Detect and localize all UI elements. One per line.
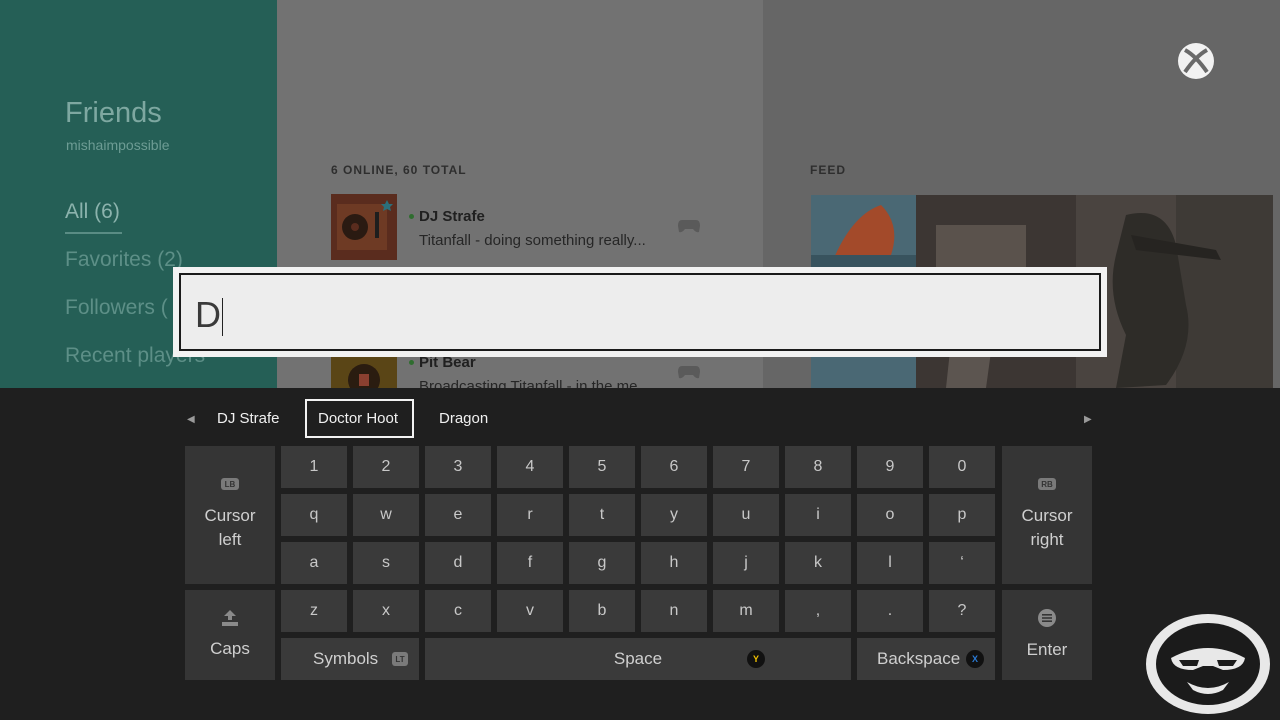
cursor-left-label-1: Cursor bbox=[204, 506, 256, 525]
cursor-left-label-2: left bbox=[218, 530, 242, 549]
controller-icon bbox=[677, 218, 701, 238]
key-4-7[interactable]: m bbox=[713, 590, 779, 632]
key-1-8[interactable]: 8 bbox=[785, 446, 851, 488]
watermark-logo-icon bbox=[1143, 604, 1273, 716]
feed-header: FEED bbox=[810, 163, 847, 177]
key-2-2[interactable]: w bbox=[353, 494, 419, 536]
sidebar-username: mishaimpossible bbox=[66, 137, 170, 153]
key-4-3[interactable]: c bbox=[425, 590, 491, 632]
suggestions-left-arrow-icon[interactable]: ◀ bbox=[187, 414, 195, 425]
key-3-3[interactable]: d bbox=[425, 542, 491, 584]
key-3-2[interactable]: s bbox=[353, 542, 419, 584]
symbols-key[interactable]: Symbols LT bbox=[281, 638, 419, 680]
friend-name: DJ Strafe bbox=[419, 208, 485, 225]
key-4-9[interactable]: . bbox=[857, 590, 923, 632]
controller-icon bbox=[677, 364, 701, 384]
key-2-3[interactable]: e bbox=[425, 494, 491, 536]
filter-active-underline bbox=[65, 232, 122, 234]
key-1-5[interactable]: 5 bbox=[569, 446, 635, 488]
key-2-1[interactable]: q bbox=[281, 494, 347, 536]
key-3-9[interactable]: l bbox=[857, 542, 923, 584]
xbox-friends-keyboard-screen: Friends mishaimpossible All (6) Favorite… bbox=[0, 0, 1280, 720]
menu-button-icon bbox=[1038, 609, 1056, 627]
cursor-left-key[interactable]: LB Cursor left bbox=[185, 446, 275, 584]
key-1-9[interactable]: 9 bbox=[857, 446, 923, 488]
cursor-right-key[interactable]: RB Cursor right bbox=[1002, 446, 1092, 584]
key-1-10[interactable]: 0 bbox=[929, 446, 995, 488]
key-4-1[interactable]: z bbox=[281, 590, 347, 632]
lb-button-icon: LB bbox=[221, 478, 239, 490]
friend-row[interactable]: DJ Strafe Titanfall - doing something re… bbox=[331, 194, 711, 260]
rb-button-icon: RB bbox=[1038, 478, 1056, 490]
key-3-10[interactable]: ‘ bbox=[929, 542, 995, 584]
online-indicator bbox=[409, 214, 414, 219]
x-button-icon: X bbox=[966, 650, 984, 668]
key-4-8[interactable]: , bbox=[785, 590, 851, 632]
key-4-4[interactable]: v bbox=[497, 590, 563, 632]
backspace-label: Backspace bbox=[877, 649, 961, 668]
friends-count-header: 6 ONLINE, 60 TOTAL bbox=[331, 163, 467, 177]
key-1-1[interactable]: 1 bbox=[281, 446, 347, 488]
caps-key[interactable]: Caps bbox=[185, 590, 275, 680]
online-indicator bbox=[409, 360, 414, 365]
filter-favorites[interactable]: Favorites (2) bbox=[65, 248, 183, 272]
caps-label: Caps bbox=[210, 639, 250, 658]
xbox-logo-icon bbox=[1177, 42, 1215, 80]
key-4-10[interactable]: ? bbox=[929, 590, 995, 632]
key-3-6[interactable]: h bbox=[641, 542, 707, 584]
key-4-5[interactable]: b bbox=[569, 590, 635, 632]
key-3-1[interactable]: a bbox=[281, 542, 347, 584]
suggestion-doctor-hoot[interactable]: Doctor Hoot bbox=[305, 399, 414, 438]
y-button-icon: Y bbox=[747, 650, 765, 668]
key-1-2[interactable]: 2 bbox=[353, 446, 419, 488]
key-2-8[interactable]: i bbox=[785, 494, 851, 536]
friend-status: Broadcasting Titanfall - in the me bbox=[419, 378, 638, 388]
enter-label: Enter bbox=[1026, 640, 1068, 659]
backspace-key[interactable]: Backspace X bbox=[857, 638, 995, 680]
search-input-frame: D bbox=[173, 267, 1107, 357]
cursor-right-label-1: Cursor bbox=[1021, 506, 1073, 525]
key-2-9[interactable]: o bbox=[857, 494, 923, 536]
key-1-6[interactable]: 6 bbox=[641, 446, 707, 488]
key-2-4[interactable]: r bbox=[497, 494, 563, 536]
suggestions-right-arrow-icon[interactable]: ▶ bbox=[1084, 414, 1092, 425]
key-2-10[interactable]: p bbox=[929, 494, 995, 536]
key-3-7[interactable]: j bbox=[713, 542, 779, 584]
search-input-value: D bbox=[195, 294, 223, 337]
avatar bbox=[331, 194, 397, 260]
filter-followers[interactable]: Followers ( bbox=[65, 296, 168, 320]
symbols-label: Symbols bbox=[313, 649, 379, 668]
suggestion-dragon[interactable]: Dragon bbox=[428, 399, 499, 438]
suggestion-dj-strafe[interactable]: DJ Strafe bbox=[206, 399, 291, 438]
key-3-5[interactable]: g bbox=[569, 542, 635, 584]
enter-key[interactable]: Enter bbox=[1002, 590, 1092, 680]
key-2-6[interactable]: y bbox=[641, 494, 707, 536]
space-label: Space bbox=[613, 649, 663, 668]
lt-button-icon: LT bbox=[392, 652, 408, 666]
key-1-3[interactable]: 3 bbox=[425, 446, 491, 488]
filter-all[interactable]: All (6) bbox=[65, 200, 120, 224]
key-4-6[interactable]: n bbox=[641, 590, 707, 632]
key-2-5[interactable]: t bbox=[569, 494, 635, 536]
space-key[interactable]: Space Y bbox=[425, 638, 851, 680]
text-caret bbox=[222, 298, 223, 337]
key-3-8[interactable]: k bbox=[785, 542, 851, 584]
sidebar-title: Friends bbox=[65, 97, 162, 129]
key-2-7[interactable]: u bbox=[713, 494, 779, 536]
caps-arrow-icon bbox=[222, 610, 238, 626]
key-3-4[interactable]: f bbox=[497, 542, 563, 584]
key-4-2[interactable]: x bbox=[353, 590, 419, 632]
key-1-7[interactable]: 7 bbox=[713, 446, 779, 488]
search-input[interactable]: D bbox=[179, 273, 1101, 351]
key-1-4[interactable]: 4 bbox=[497, 446, 563, 488]
cursor-right-label-2: right bbox=[1030, 530, 1064, 549]
friend-status: Titanfall - doing something really... bbox=[419, 232, 646, 249]
